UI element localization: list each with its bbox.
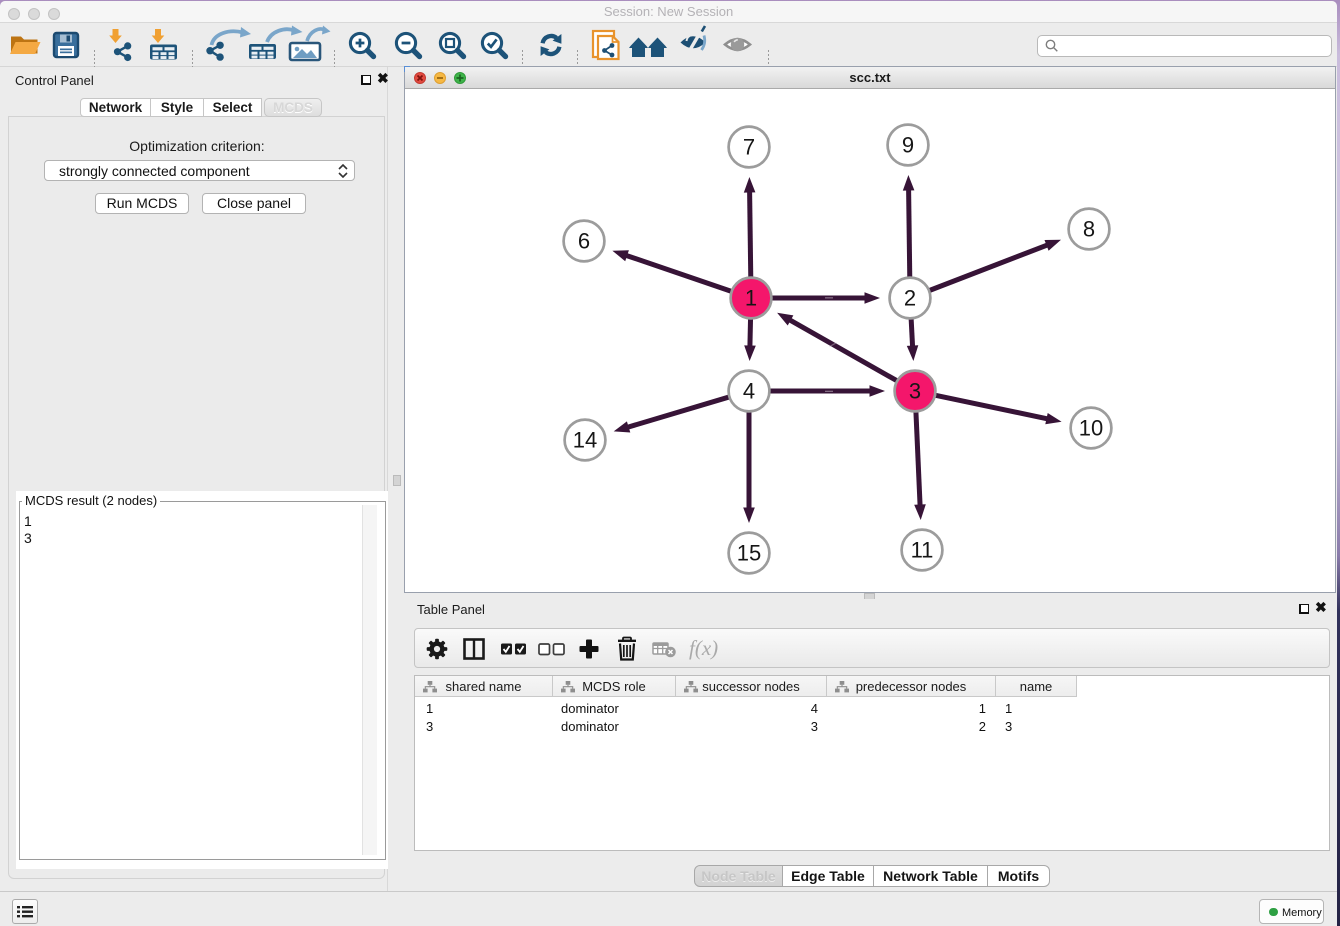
svg-text:6: 6: [578, 229, 590, 254]
svg-text:15: 15: [737, 541, 761, 566]
svg-text:8: 8: [1083, 217, 1095, 242]
svg-text:4: 4: [743, 379, 755, 404]
svg-text:1: 1: [745, 286, 757, 311]
svg-text:10: 10: [1079, 416, 1103, 441]
svg-text:9: 9: [902, 133, 914, 158]
svg-text:2: 2: [904, 286, 916, 311]
svg-text:11: 11: [911, 538, 934, 563]
svg-text:14: 14: [573, 428, 597, 453]
svg-text:7: 7: [743, 135, 755, 160]
svg-text:3: 3: [909, 379, 921, 404]
